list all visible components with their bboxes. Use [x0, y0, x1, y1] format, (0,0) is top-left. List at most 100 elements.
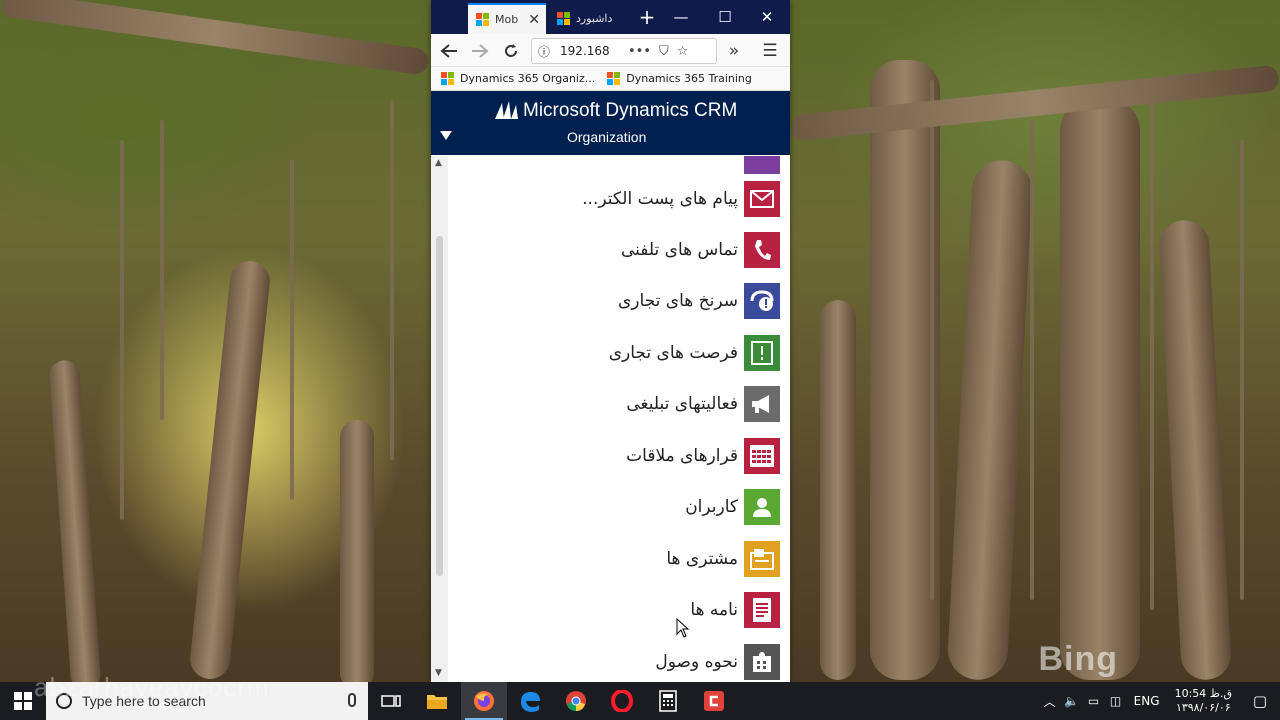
customer-icon: [744, 541, 780, 577]
forward-button[interactable]: [468, 39, 492, 63]
nav-item-opportunities[interactable]: فرصت های تجاری: [609, 333, 780, 373]
app-button-red[interactable]: [691, 682, 737, 720]
organization-name: Organization: [567, 129, 647, 145]
dynamics-logo-icon: [495, 101, 518, 119]
system-tray: ︿ 🔈 ▭ ◫ ENG ق.ظ 10:54 ۱۳۹۸/۰۶/۰۶ ▢: [1039, 682, 1280, 720]
nav-item-label: قرارهای ملاقات: [626, 446, 738, 466]
browser-toolbar: ⓘ 192.168 ••• ⛉ ☆ » ☰: [431, 34, 790, 67]
clock-date: ۱۳۹۸/۰۶/۰۶: [1175, 701, 1231, 714]
bookmark-dynamics-training[interactable]: Dynamics 365 Training: [607, 72, 752, 85]
back-arrow-icon: [440, 44, 457, 58]
opera-icon: [611, 690, 633, 712]
nav-item-label: سرنخ های تجاری: [618, 291, 738, 311]
nav-item-label: فعالیتهای تبلیغی: [626, 394, 738, 414]
crm-title: Microsoft Dynamics CRM: [523, 100, 738, 121]
clock-time: ق.ظ 10:54: [1174, 687, 1232, 700]
tab-dashboard[interactable]: داشبورد: [553, 3, 623, 34]
site-info-icon[interactable]: ⓘ: [538, 43, 550, 60]
opportunity-icon: [744, 335, 780, 371]
nav-item-customers[interactable]: مشتری ها: [666, 539, 780, 579]
input-language[interactable]: ENG: [1127, 694, 1167, 708]
mouse-cursor-icon: [676, 618, 690, 638]
scrollbar[interactable]: ▲ ▼: [431, 156, 448, 682]
crm-header: Microsoft Dynamics CRM Organization: [431, 91, 790, 155]
tab-label: داشبورد: [576, 12, 613, 25]
tab-mobile[interactable]: Mob ✕: [468, 3, 546, 34]
firefox-button[interactable]: [461, 682, 507, 720]
scrollbar-thumb[interactable]: [436, 236, 443, 576]
bookmark-label: Dynamics 365 Organiz...: [460, 72, 596, 85]
back-button[interactable]: [437, 39, 461, 63]
menu-hamburger-icon[interactable]: ☰: [758, 39, 782, 63]
nav-item-phone-calls[interactable]: تماس های تلفنی: [621, 230, 780, 270]
user-icon: [744, 489, 780, 525]
bookmark-star-icon[interactable]: ☆: [677, 44, 689, 59]
nav-item-leads[interactable]: سرنخ های تجاری: [618, 281, 780, 321]
calculator-button[interactable]: [645, 682, 691, 720]
close-window-button[interactable]: ✕: [747, 4, 787, 30]
scroll-up-arrow-icon[interactable]: ▲: [435, 158, 442, 168]
notifications-icon[interactable]: ▢: [1240, 692, 1280, 710]
nav-item-appointments[interactable]: قرارهای ملاقات: [626, 436, 780, 476]
url-text: 192.168: [560, 44, 610, 58]
show-hidden-icons-chevron-icon[interactable]: ︿: [1039, 693, 1061, 710]
nav-item-label: مشتری ها: [666, 549, 738, 569]
nav-item-partial[interactable]: [744, 156, 780, 176]
reload-icon: [505, 44, 517, 57]
browser-titlebar: Mob ✕ داشبورد + — ☐ ✕: [431, 0, 790, 34]
file-explorer-button[interactable]: [414, 682, 460, 720]
bookmark-label: Dynamics 365 Training: [626, 72, 752, 85]
pocket-icon[interactable]: ⛉: [659, 44, 669, 59]
chrome-icon: [566, 691, 586, 711]
nav-item-payment-methods[interactable]: نحوه وصول: [655, 642, 780, 682]
volume-icon[interactable]: 🔈: [1061, 694, 1083, 708]
scroll-down-arrow-icon[interactable]: ▼: [435, 668, 442, 678]
maximize-button[interactable]: ☐: [705, 4, 745, 30]
nav-item-label: تماس های تلفنی: [620, 240, 738, 260]
bookmark-dynamics-organization[interactable]: Dynamics 365 Organiz...: [441, 72, 595, 85]
lead-icon: [744, 283, 780, 319]
address-bar[interactable]: ⓘ 192.168 ••• ⛉ ☆: [531, 38, 717, 64]
minimize-button[interactable]: —: [661, 4, 701, 30]
microsoft-logo-icon: [607, 72, 621, 85]
nav-item-users[interactable]: کاربران: [685, 487, 780, 527]
folder-icon: [427, 695, 447, 709]
firefox-icon: [474, 691, 494, 711]
microsoft-logo-icon: [476, 13, 489, 26]
opera-button[interactable]: [599, 682, 645, 720]
close-tab-icon[interactable]: ✕: [528, 12, 540, 28]
clock[interactable]: ق.ظ 10:54 ۱۳۹۸/۰۶/۰۶: [1175, 687, 1232, 715]
more-actions-icon[interactable]: •••: [628, 44, 651, 59]
nav-item-label: نحوه وصول: [655, 652, 738, 672]
battery-icon[interactable]: ▭: [1083, 694, 1105, 708]
edge-button[interactable]: [507, 682, 553, 720]
megaphone-icon: [744, 386, 780, 422]
calendar-icon: [744, 438, 780, 474]
tab-label: Mob: [495, 13, 519, 26]
windows-logo-icon: [14, 692, 32, 710]
nav-item-label: فرصت های تجاری: [608, 343, 738, 363]
nav-item-letters[interactable]: نامه ها: [690, 590, 780, 630]
folder-icon: [744, 156, 780, 174]
calculator-icon: [659, 690, 677, 712]
bing-logo: Bing: [1038, 640, 1118, 678]
watermark-text: abzarhayeaycocrm: [34, 672, 270, 702]
nav-item-campaign-activities[interactable]: فعالیتهای تبلیغی: [626, 384, 780, 424]
nav-item-label: پیام های پست الکتر...: [582, 189, 738, 209]
puzzle-icon: [744, 644, 780, 680]
microphone-icon[interactable]: [348, 693, 356, 707]
network-icon[interactable]: ◫: [1105, 694, 1127, 708]
microsoft-logo-icon: [557, 12, 570, 25]
chrome-button[interactable]: [553, 682, 599, 720]
navigation-list: ▲ ▼ پیام های پست الکتر... تماس های تلفنی…: [431, 156, 790, 682]
email-icon: [744, 181, 780, 217]
phone-icon: [744, 232, 780, 268]
microsoft-logo-icon: [441, 72, 454, 85]
red-app-icon: [704, 691, 724, 711]
nav-item-emails[interactable]: پیام های پست الکتر...: [582, 179, 780, 219]
task-view-icon: [381, 695, 401, 707]
reload-button[interactable]: [499, 39, 523, 63]
overflow-chevron-icon[interactable]: »: [722, 39, 746, 63]
menu-dropdown-arrow-icon[interactable]: [440, 131, 452, 140]
task-view-button[interactable]: [368, 682, 414, 720]
